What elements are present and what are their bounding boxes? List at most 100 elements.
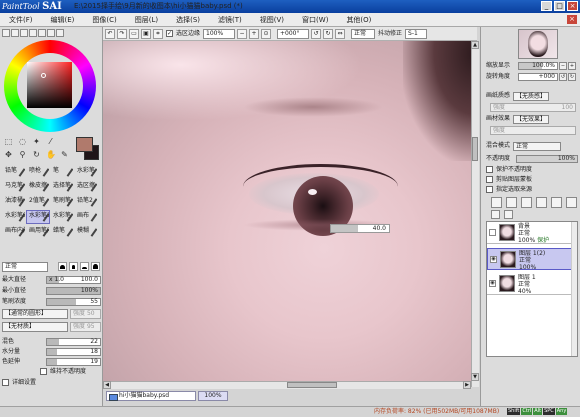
document-close-button[interactable]: × (567, 15, 577, 24)
clipping-mask-option[interactable]: 剪贴图层蒙板 (486, 175, 532, 184)
menu-file[interactable]: 文件(F) (0, 13, 42, 27)
keep-opacity-checkbox[interactable] (40, 368, 47, 375)
layer-item[interactable]: ◉ 图层 1 正常 40% (487, 273, 577, 295)
menu-edit[interactable]: 编辑(E) (42, 13, 84, 27)
clear-layer-icon[interactable] (504, 210, 513, 219)
brush-tool-16[interactable]: 画布 (74, 210, 98, 224)
brush-tool-4[interactable]: 水彩笔 (74, 165, 98, 179)
crop-button[interactable]: ⌗ (153, 28, 163, 39)
protect-opacity-option[interactable]: 保护不透明度 (486, 165, 532, 174)
texture-strength[interactable]: 强度 95 (70, 322, 101, 332)
min-size-slider[interactable]: 100% (46, 286, 101, 295)
shape-strength[interactable]: 强度 50 (70, 309, 101, 319)
drawing-canvas[interactable]: 40.0 (103, 41, 471, 387)
maximize-button[interactable]: □ (554, 1, 565, 11)
brush-tool-14[interactable]: 水彩笔10画 (26, 210, 50, 224)
minimize-button[interactable]: _ (541, 1, 552, 11)
new-folder-icon[interactable] (521, 197, 532, 208)
brush-shape-4[interactable] (91, 262, 100, 271)
scroll-right-button[interactable]: ▶ (463, 381, 471, 389)
rgb-slider-tab[interactable] (11, 29, 19, 37)
document-tab[interactable]: hi小猫猫baby.psd (106, 391, 196, 401)
lasso-icon[interactable]: ◌ (18, 137, 27, 146)
layer-item[interactable]: 背景 正常 100% 保护 (487, 222, 577, 244)
close-button[interactable]: × (567, 1, 578, 11)
brush-tool-19[interactable]: 蜡笔 (50, 225, 74, 239)
menu-select[interactable]: 选择(S) (167, 13, 209, 27)
settings-tab[interactable] (56, 29, 64, 37)
rotate-left-button[interactable]: ↺ (311, 28, 322, 39)
color-picker-icon[interactable]: ✎ (60, 150, 69, 159)
horizontal-scroll-thumb[interactable] (287, 382, 337, 388)
stabilizer-select[interactable]: S-1 (405, 28, 428, 39)
magic-wand-icon[interactable]: ✦ (32, 137, 41, 146)
flip-button[interactable]: ⇔ (335, 28, 346, 39)
brush-tool-9[interactable]: 油漆桶 (2, 195, 26, 209)
density-slider[interactable]: 55 (46, 297, 101, 306)
brush-tool-20[interactable]: 模糊 (74, 225, 98, 239)
layer-mask-icon[interactable] (566, 197, 577, 208)
paper-strength[interactable]: 强度 100 (490, 103, 576, 112)
brush-tool-3[interactable]: 笔 (50, 165, 74, 179)
mixer-tab[interactable] (29, 29, 37, 37)
effect-strength[interactable]: 强度 (490, 126, 576, 135)
brush-texture-select[interactable]: 【无材质】 (2, 322, 68, 332)
vertical-scrollbar[interactable] (471, 41, 479, 387)
eyedropper-icon[interactable]: ⁄ (46, 137, 55, 146)
brush-tool-2[interactable]: 喷枪 (26, 165, 50, 179)
vertical-scroll-thumb[interactable] (472, 137, 478, 161)
brush-tool-10[interactable]: 2值笔 (26, 195, 50, 209)
color-picker-marker[interactable] (41, 73, 46, 78)
clipping-mask-checkbox[interactable] (486, 176, 493, 183)
protect-opacity-checkbox[interactable] (486, 166, 493, 173)
menu-window[interactable]: 窗口(W) (293, 13, 337, 27)
scratchpad-tab[interactable] (47, 29, 55, 37)
primary-color-swatch[interactable] (76, 137, 93, 152)
zoom-reset-button[interactable]: ⊙ (261, 28, 272, 39)
blend-slider[interactable]: 22 (46, 337, 101, 346)
brush-shape-3[interactable] (80, 262, 89, 271)
zoom-field[interactable]: 100% (203, 28, 236, 39)
brush-tool-6[interactable]: 橡皮擦 (26, 180, 50, 194)
rect-select-icon[interactable]: ⬚ (4, 137, 13, 146)
persistence-slider[interactable]: 19 (46, 357, 101, 366)
redo-button[interactable]: ↷ (117, 28, 127, 39)
layer-blend-select[interactable]: 正常 (513, 141, 562, 151)
brush-tool-11[interactable]: 笔刷笔 (50, 195, 74, 209)
detail-settings-option[interactable]: 详细设置 (2, 378, 36, 387)
menu-view[interactable]: 视图(V) (251, 13, 293, 27)
eye-icon[interactable] (489, 229, 496, 236)
navigator-rotate-slider[interactable]: +000 (518, 72, 558, 81)
nav-rotate-left-button[interactable]: ↺ (559, 72, 567, 81)
brush-tool-18[interactable]: 画用笔内画 (26, 225, 50, 239)
eye-icon[interactable]: ◉ (490, 256, 497, 263)
brush-shape-2[interactable] (69, 262, 78, 271)
brush-mode-select[interactable]: 正常 (2, 262, 48, 272)
layer-opacity-slider[interactable]: 100% (516, 154, 578, 163)
move-icon[interactable]: ✥ (4, 150, 13, 159)
saturation-value-box[interactable] (27, 62, 72, 108)
brush-tool-13[interactable]: 水彩笔9画 (2, 210, 26, 224)
copy-layer-icon[interactable] (536, 197, 547, 208)
rotation-field[interactable]: +000° (277, 28, 310, 39)
water-slider[interactable]: 18 (46, 347, 101, 356)
scroll-left-button[interactable]: ◀ (103, 381, 111, 389)
blend-mode-select[interactable]: 正常 (351, 28, 376, 39)
new-linework-layer-icon[interactable] (506, 197, 517, 208)
brush-tool-12[interactable]: 铅笔2 (74, 195, 98, 209)
zoom-icon[interactable]: ⚲ (18, 150, 27, 159)
deselect-button[interactable]: ▭ (129, 28, 139, 39)
merge-down-icon[interactable] (491, 210, 500, 219)
undo-button[interactable]: ↶ (105, 28, 115, 39)
delete-layer-icon[interactable] (551, 197, 562, 208)
eye-icon[interactable]: ◉ (489, 280, 496, 287)
brush-tool-15[interactable]: 水彩笔 (50, 210, 74, 224)
zoom-out-button[interactable]: − (237, 28, 248, 39)
zoom-in-button[interactable]: + (249, 28, 260, 39)
material-effect-select[interactable]: 【无效果】 (513, 114, 550, 124)
scroll-up-button[interactable]: ▲ (471, 41, 479, 49)
brush-shape-select[interactable]: 【通常的圆形】 (2, 309, 68, 319)
nav-zoom-in-button[interactable]: + (568, 61, 576, 70)
scroll-down-button[interactable]: ▼ (471, 373, 479, 381)
detail-settings-checkbox[interactable] (2, 379, 9, 386)
